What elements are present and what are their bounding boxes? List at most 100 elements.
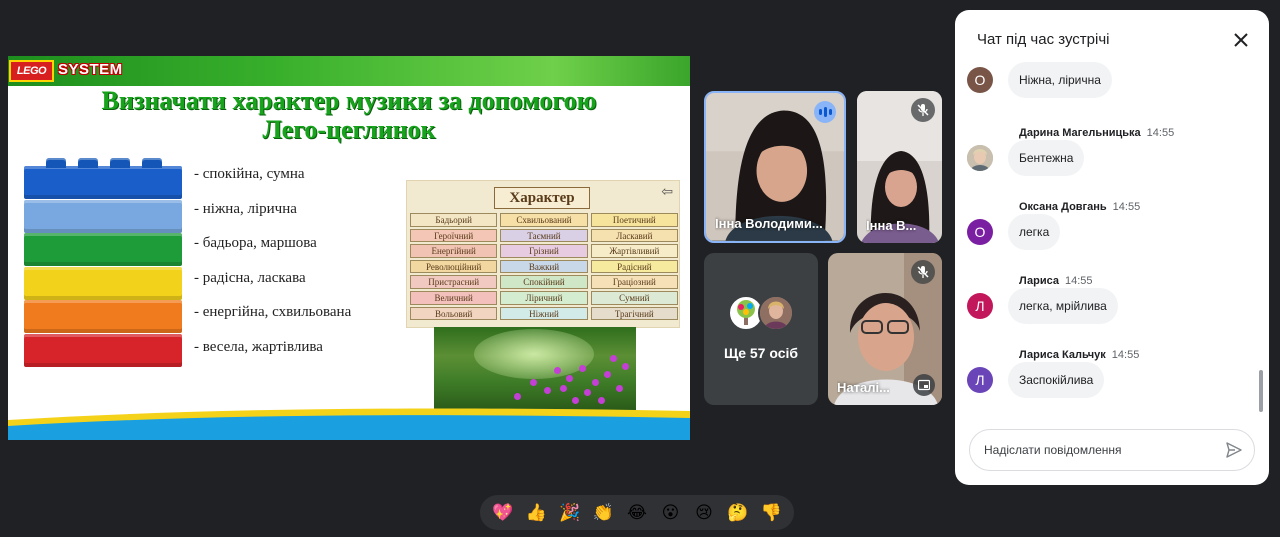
table-cell: Поетичний <box>590 213 678 227</box>
lego-logo: LEGO <box>9 60 54 82</box>
table-cell: Енергійний <box>410 244 498 258</box>
sad-reaction-button[interactable]: 😢 <box>690 499 718 527</box>
surprised-reaction-button[interactable]: 😮 <box>657 499 685 527</box>
table-cell: Героїчний <box>410 228 498 243</box>
chat-messages-list[interactable]: О Ніжна, лірична Дарина Магельницька 14:55 Б… <box>955 62 1259 414</box>
characteristic-item: - спокійна, сумна <box>194 166 305 182</box>
flower-petal <box>616 385 623 392</box>
table-cell: Жартівливий <box>590 244 678 258</box>
participant-tile-4[interactable]: Наталі... <box>828 253 942 405</box>
table-header: Характер <box>494 187 590 209</box>
reactions-bar: 💖 👍 🎉 👏 😂 😮 😢 🤔 👎 <box>480 495 794 530</box>
message-sender: Лариса 14:55 <box>1019 275 1093 287</box>
flower-petal <box>584 389 591 396</box>
table-cell: Спокійний <box>500 275 588 289</box>
meet-screen: LEGO SYSTEM Визначати характер музики за… <box>0 0 1280 537</box>
close-chat-button[interactable] <box>1229 28 1253 52</box>
flower-petal <box>566 375 573 382</box>
clap-reaction-button[interactable]: 👏 <box>589 499 617 527</box>
photo-light-glow <box>474 329 594 379</box>
table-cell: Трагічний <box>590 306 678 321</box>
lego-brick <box>24 266 182 300</box>
sender-avatar: О <box>967 67 993 93</box>
table-cell: Грізний <box>500 244 588 258</box>
brick-stud <box>78 158 98 168</box>
chat-panel: Чат під час зустрічі О Ніжна, лірична Дари… <box>955 10 1269 485</box>
brick-stud <box>46 158 66 168</box>
flower-petal <box>622 363 629 370</box>
sender-avatar: Л <box>967 293 993 319</box>
sender-name: Дарина Магельницька <box>1019 127 1141 139</box>
table-cell: Вольовий <box>410 306 498 321</box>
character-table-image: Характер ⇦ Бадьорий Схвильований Поетичний… <box>406 180 680 328</box>
flower-petal <box>579 365 586 372</box>
thumbs-down-reaction-button[interactable]: 👎 <box>757 499 785 527</box>
table-cell: Схвильований <box>500 213 588 227</box>
table-cell: Граціозний <box>590 275 678 289</box>
table-cell: Революційний <box>410 259 498 274</box>
message-bubble: Бентежна <box>1008 140 1085 176</box>
sender-avatar <box>967 145 993 171</box>
lego-brick <box>24 300 182 333</box>
table-cell: Бадьорий <box>410 213 498 227</box>
table-cell: Таємний <box>500 228 588 243</box>
more-participants-avatars <box>728 295 798 331</box>
chat-scrollbar[interactable] <box>1259 370 1263 412</box>
characteristic-item: - бадьора, маршова <box>194 235 317 251</box>
slide-title-line-2: Лего-цеглинок <box>262 115 436 144</box>
message-input[interactable] <box>984 430 1214 470</box>
chat-title: Чат під час зустрічі <box>977 31 1110 48</box>
sender-avatar: Л <box>967 367 993 393</box>
characteristics-list: - спокійна, сумна - ніжна, лірична - бадьо… <box>194 166 404 373</box>
characteristic-item: - радісна, ласкава <box>194 269 306 286</box>
close-icon <box>1234 33 1248 47</box>
party-reaction-button[interactable]: 🎉 <box>556 499 584 527</box>
chat-input-box[interactable] <box>969 429 1255 471</box>
message-bubble: Заспокійлива <box>1008 362 1105 398</box>
character-table-grid: Бадьорий Схвильований Поетичний Героїчний Та… <box>410 213 678 321</box>
picture-in-picture-icon[interactable] <box>913 374 935 396</box>
slide-bottom-wave <box>8 408 690 440</box>
flower-petal <box>554 367 561 374</box>
participant-tile-2[interactable]: Інна В... <box>857 91 942 243</box>
flower-petal <box>604 371 611 378</box>
system-logo: SYSTEM <box>58 61 123 78</box>
speaking-indicator-icon <box>814 101 836 123</box>
user-avatar-photo <box>758 295 794 331</box>
more-participants-tile[interactable]: Ще 57 осіб <box>704 253 818 405</box>
slide-title: Визначати характер музики за допомогою Л… <box>8 86 690 144</box>
lego-brick <box>24 233 182 266</box>
table-cell: Важкий <box>500 259 588 274</box>
table-cell: Ліричний <box>500 290 588 305</box>
lego-brick <box>24 166 182 199</box>
sender-name: Лариса Кальчук <box>1019 349 1106 361</box>
table-cell: Величний <box>410 290 498 305</box>
mic-muted-icon <box>911 98 935 122</box>
flower-petal <box>610 355 617 362</box>
message-time: 14:55 <box>1146 127 1175 139</box>
participant-tile-1[interactable]: Інна Володими... <box>704 91 846 243</box>
thinking-reaction-button[interactable]: 🤔 <box>724 499 752 527</box>
flower-petal <box>530 379 537 386</box>
slide-header-bar: LEGO SYSTEM <box>8 56 690 86</box>
participant-4-name: Наталі... <box>837 380 890 395</box>
flower-petal <box>514 393 521 400</box>
message-time: 14:55 <box>1112 201 1141 213</box>
more-participants-label: Ще 57 осіб <box>723 345 799 361</box>
flower-petal <box>544 387 551 394</box>
laugh-reaction-button[interactable]: 😂 <box>623 499 651 527</box>
brick-stud <box>110 158 130 168</box>
characteristic-item: - весела, жартівлива <box>194 338 323 355</box>
message-sender: Дарина Магельницька 14:55 <box>1019 127 1174 139</box>
lego-brick <box>24 333 182 367</box>
heart-reaction-button[interactable]: 💖 <box>489 499 517 527</box>
lego-bricks-stack <box>24 158 184 368</box>
thumbs-up-reaction-button[interactable]: 👍 <box>522 499 550 527</box>
send-button[interactable] <box>1224 440 1244 460</box>
table-cell: Радісний <box>590 259 678 274</box>
back-arrow-icon: ⇦ <box>661 184 673 200</box>
sender-name: Лариса <box>1019 275 1059 287</box>
slide-title-line-1: Визначати характер музики за допомогою <box>101 86 597 115</box>
table-cell: Ніжний <box>500 306 588 321</box>
message-sender: Лариса Кальчук 14:55 <box>1019 349 1139 361</box>
